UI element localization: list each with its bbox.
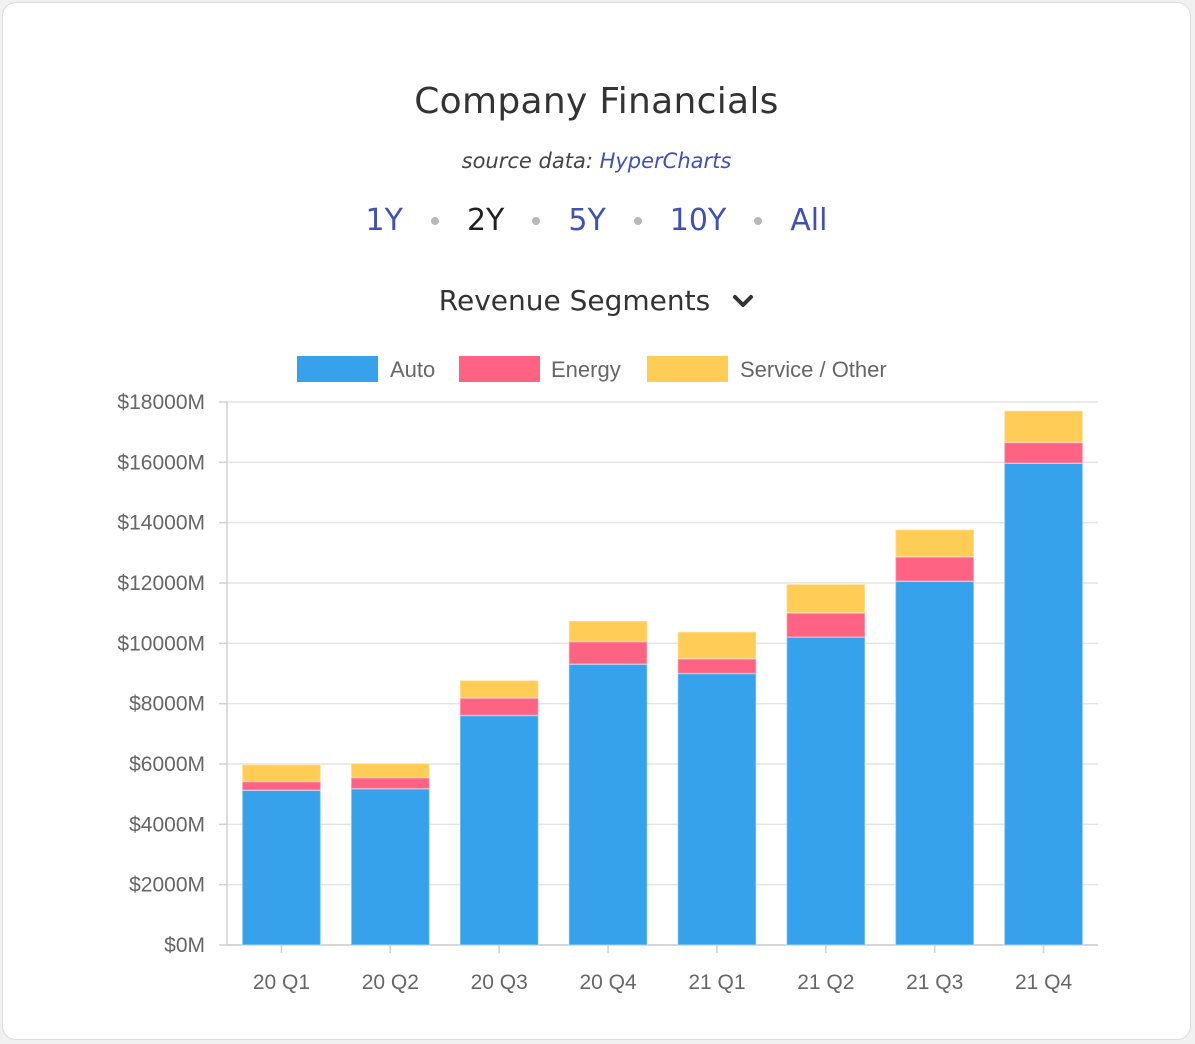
y-tick-label: $0M xyxy=(164,934,205,957)
bar-segment-service-other xyxy=(785,583,866,614)
bar-segment-auto xyxy=(785,636,866,946)
bar-segment-energy xyxy=(241,780,322,791)
bar-segment-auto xyxy=(459,714,540,946)
x-tick-label: 21 Q1 xyxy=(688,971,745,994)
bar-segment-service-other xyxy=(350,762,431,779)
y-tick-label: $4000M xyxy=(129,813,205,836)
bar-segment-energy xyxy=(676,657,757,675)
x-tick-label: 20 Q3 xyxy=(471,971,528,994)
bar-segment-energy xyxy=(785,612,866,638)
y-tick-label: $18000M xyxy=(117,391,205,414)
x-tick-label: 20 Q2 xyxy=(362,971,419,994)
bar-segment-auto xyxy=(568,663,649,946)
bar-segment-service-other xyxy=(568,620,649,643)
y-tick-label: $2000M xyxy=(129,874,205,897)
bar-segment-energy xyxy=(1003,441,1084,464)
bar-segment-auto xyxy=(1003,462,1084,946)
bar-segment-service-other xyxy=(676,631,757,660)
y-tick-label: $14000M xyxy=(117,512,205,535)
bar-segment-service-other xyxy=(241,763,322,783)
bar-segment-service-other xyxy=(1003,409,1084,444)
y-tick-label: $10000M xyxy=(117,632,205,655)
legend-label: Energy xyxy=(551,357,621,382)
y-tick-label: $12000M xyxy=(117,572,205,595)
y-tick-label: $6000M xyxy=(129,753,205,776)
bar-segment-service-other xyxy=(894,528,975,558)
legend-swatch-service-other xyxy=(647,356,728,382)
x-tick-label: 21 Q2 xyxy=(797,971,854,994)
bar-segment-energy xyxy=(568,640,649,665)
bar-segment-energy xyxy=(350,776,431,790)
bar-segment-energy xyxy=(459,697,540,717)
legend-swatch-energy xyxy=(459,356,540,382)
bar-segment-service-other xyxy=(459,679,540,699)
x-tick-label: 20 Q1 xyxy=(253,971,310,994)
bar-segment-energy xyxy=(894,556,975,582)
bar-segment-auto xyxy=(676,672,757,946)
bar-segment-auto xyxy=(350,787,431,946)
y-tick-label: $8000M xyxy=(129,693,205,716)
legend-label: Auto xyxy=(390,357,435,382)
revenue-chart: $0M $2000M $4000M $6000M $8000M $10000M $12000… xyxy=(117,356,1098,994)
legend-swatch-auto xyxy=(297,356,378,382)
x-tick-label: 20 Q4 xyxy=(579,971,637,994)
y-tick-label: $16000M xyxy=(117,451,205,474)
x-tick-label: 21 Q4 xyxy=(1015,971,1073,994)
x-tick-label: 21 Q3 xyxy=(906,971,963,994)
bar-segment-auto xyxy=(241,789,322,946)
legend-label: Service / Other xyxy=(740,357,887,382)
bar-segment-auto xyxy=(894,580,975,946)
